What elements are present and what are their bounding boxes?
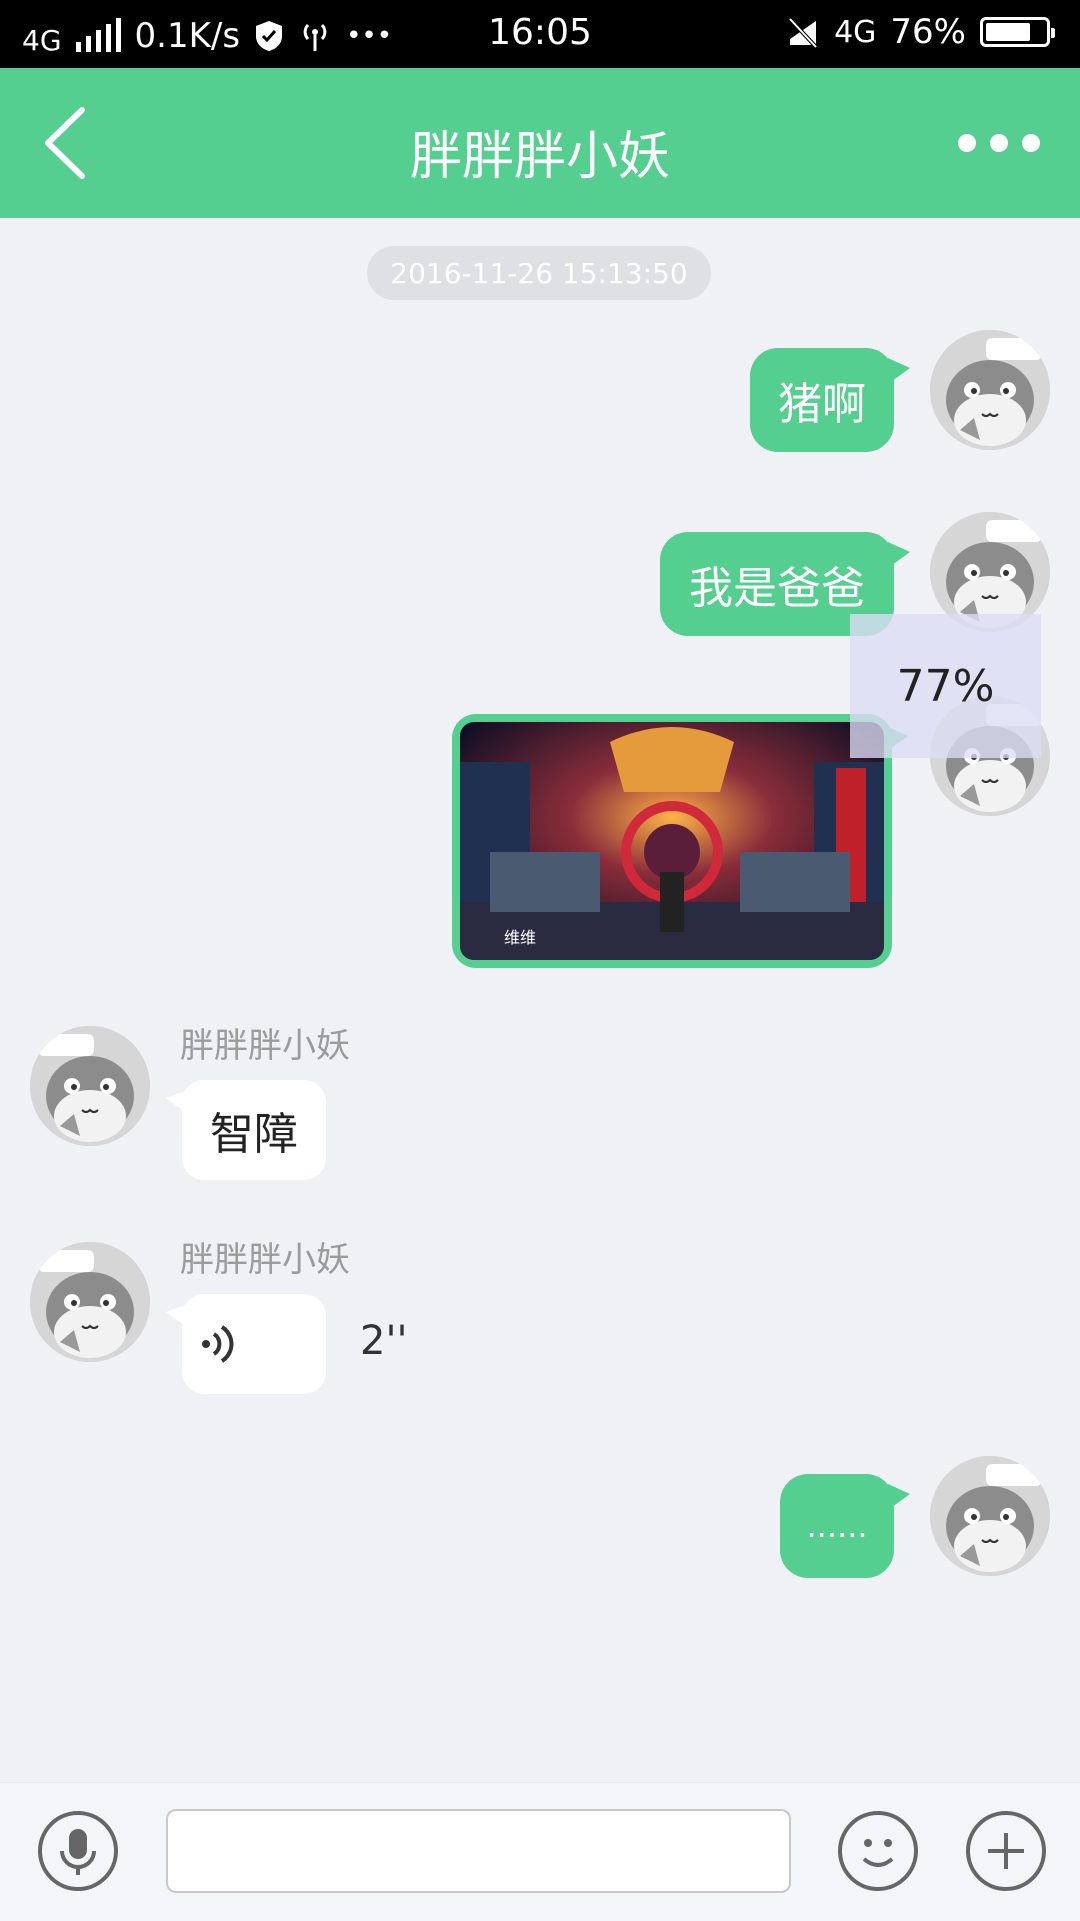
avatar[interactable] <box>930 1456 1050 1576</box>
message-text: 智障 <box>210 1109 298 1160</box>
voice-message-bubble[interactable] <box>166 1294 326 1394</box>
cartoon-cow-avatar-icon <box>30 1242 150 1362</box>
voice-wave-icon <box>202 1325 234 1363</box>
battery-percent: 76% <box>890 12 966 52</box>
status-bar: 4G 0.1K/s ••• 16:05 4G 76% <box>0 0 1080 68</box>
mute-icon <box>788 17 818 49</box>
image-thumbnail: 维维 <box>460 722 884 960</box>
message-text: 猪啊 <box>778 379 866 430</box>
message-bubble-outgoing[interactable]: 猪啊 <box>750 348 910 452</box>
upload-progress-overlay: 77% <box>850 614 1041 758</box>
battery-fill <box>986 23 1030 41</box>
message-text: ...... <box>806 1507 868 1545</box>
smiley-icon[interactable] <box>838 1811 918 1891</box>
message-input[interactable] <box>166 1809 791 1893</box>
message-timestamp: 2016-11-26 15:13:50 <box>367 246 711 300</box>
page-title: 胖胖胖小妖 <box>409 127 670 187</box>
message-bubble-outgoing[interactable]: ...... <box>780 1474 910 1578</box>
plus-icon[interactable] <box>966 1811 1046 1891</box>
avatar[interactable] <box>30 1026 150 1146</box>
title-bar: 胖胖胖小妖 <box>0 68 1080 218</box>
status-right: 4G 76% <box>786 12 1055 52</box>
network-type-right: 4G <box>834 14 877 50</box>
image-caption: 维维 <box>504 928 537 947</box>
voice-duration: 2'' <box>360 1318 408 1364</box>
image-message[interactable]: 维维 <box>452 714 908 968</box>
more-dots-icon[interactable] <box>940 130 1040 156</box>
sender-name: 胖胖胖小妖 <box>180 1026 350 1066</box>
cartoon-cow-avatar-icon <box>930 330 1050 450</box>
cartoon-cow-avatar-icon <box>30 1026 150 1146</box>
cartoon-cow-avatar-icon <box>930 1456 1050 1576</box>
avatar[interactable] <box>30 1242 150 1362</box>
battery-icon <box>980 17 1055 47</box>
microphone-icon[interactable] <box>38 1811 118 1891</box>
input-bar <box>0 1782 1080 1921</box>
sender-name: 胖胖胖小妖 <box>180 1240 350 1280</box>
message-bubble-incoming[interactable]: 智障 <box>166 1080 326 1180</box>
avatar[interactable] <box>930 330 1050 450</box>
message-text: 我是爸爸 <box>689 563 865 614</box>
